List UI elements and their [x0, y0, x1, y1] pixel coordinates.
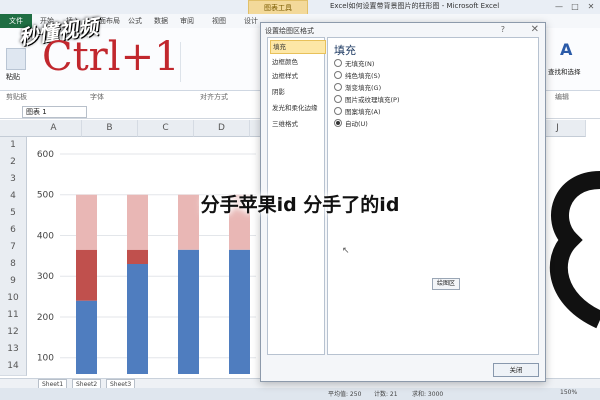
- y-tick-label-300: 300: [37, 272, 54, 282]
- dialog-title: 设置绘图区格式: [265, 27, 314, 35]
- name-box[interactable]: 图表 1: [22, 106, 87, 118]
- stacked-bar-chart[interactable]: 100200300400500600: [26, 138, 260, 376]
- column-header-a[interactable]: A: [26, 120, 82, 137]
- row-header-14[interactable]: 14: [0, 358, 27, 376]
- column-header-d[interactable]: D: [194, 120, 250, 137]
- bar-2-segment-2[interactable]: [127, 249, 148, 264]
- nav-3d-format[interactable]: 三维格式: [270, 118, 324, 130]
- row-header-1[interactable]: 1: [0, 137, 27, 155]
- window-title: Excel如何设置带背景图片的柱形图 - Microsoft Excel: [330, 2, 500, 10]
- background-image-fragment: [549, 171, 600, 329]
- close-icon[interactable]: ✕: [531, 24, 539, 35]
- status-sum: 求和: 3000: [412, 391, 444, 398]
- radio-icon: [334, 83, 342, 91]
- y-tick-label-100: 100: [37, 354, 54, 364]
- tab-formulas[interactable]: 公式: [128, 16, 142, 26]
- bar-2-segment-1[interactable]: [127, 264, 148, 374]
- column-header-b[interactable]: B: [82, 120, 138, 137]
- row-header-13[interactable]: 13: [0, 341, 27, 359]
- tab-view[interactable]: 视图: [212, 16, 226, 26]
- option-label: 无填充(N): [345, 60, 375, 68]
- row-header-9[interactable]: 9: [0, 273, 27, 291]
- ribbon-separator: [180, 42, 241, 82]
- y-tick-label-200: 200: [37, 313, 54, 323]
- group-alignment: 对齐方式: [200, 93, 228, 101]
- bar-1-segment-1[interactable]: [76, 300, 97, 374]
- option-label: 自动(U): [345, 120, 368, 128]
- chart-bars: [76, 194, 250, 374]
- option-solid-fill[interactable]: 纯色填充(S): [334, 70, 380, 82]
- option-no-fill[interactable]: 无填充(N): [334, 58, 374, 70]
- option-pattern-fill[interactable]: 图案填充(A): [334, 106, 381, 118]
- y-tick-label-400: 400: [37, 231, 54, 241]
- nav-shadow[interactable]: 阴影: [270, 86, 324, 98]
- maximize-button[interactable]: □: [568, 1, 582, 12]
- close-window-button[interactable]: ✕: [584, 1, 598, 12]
- overlay-caption: 分手苹果id 分手了的id: [200, 194, 400, 216]
- row-header-11[interactable]: 11: [0, 307, 27, 325]
- bar-4-segment-1[interactable]: [229, 249, 250, 374]
- nav-border-style[interactable]: 边框样式: [270, 70, 324, 82]
- zoom-level[interactable]: 150%: [560, 389, 577, 396]
- bar-1-segment-2[interactable]: [76, 249, 97, 301]
- radio-icon: [334, 95, 342, 103]
- option-label: 渐变填充(G): [345, 84, 382, 92]
- status-count: 计数: 21: [374, 391, 398, 398]
- shortcut-caption: Ctrl+1: [42, 34, 180, 80]
- minimize-button[interactable]: —: [552, 1, 566, 12]
- tab-design[interactable]: 设计: [244, 16, 258, 26]
- group-clipboard: 剪贴板: [6, 93, 27, 101]
- find-select-label: 查找和选择: [548, 68, 581, 76]
- option-label: 图案填充(A): [345, 108, 381, 116]
- radio-selected-icon: [334, 119, 342, 127]
- dialog-close-button[interactable]: 关闭: [493, 363, 539, 377]
- tab-data[interactable]: 数据: [154, 16, 168, 26]
- option-label: 图片或纹理填充(P): [345, 96, 400, 104]
- y-tick-label-600: 600: [37, 150, 54, 160]
- nav-border-color[interactable]: 边框颜色: [270, 56, 324, 68]
- radio-icon: [334, 107, 342, 115]
- status-average: 平均值: 250: [328, 391, 362, 398]
- select-all-corner[interactable]: [0, 120, 27, 137]
- group-editing: 编辑: [555, 93, 569, 101]
- option-label: 纯色填充(S): [345, 72, 381, 80]
- radio-icon: [334, 59, 342, 67]
- group-font: 字体: [90, 93, 104, 101]
- row-header-12[interactable]: 12: [0, 324, 27, 342]
- plot-area-tooltip: 绘图区: [432, 278, 460, 290]
- bar-3-segment-1[interactable]: [178, 249, 199, 374]
- row-header-6[interactable]: 6: [0, 222, 27, 240]
- radio-icon: [334, 71, 342, 79]
- nav-fill[interactable]: 填充: [270, 40, 326, 54]
- find-select-icon[interactable]: A: [560, 40, 572, 59]
- row-header-7[interactable]: 7: [0, 239, 27, 257]
- y-axis-tick-labels: 100200300400500600: [37, 150, 54, 364]
- tab-review[interactable]: 审阅: [180, 16, 194, 26]
- option-gradient-fill[interactable]: 渐变填充(G): [334, 82, 381, 94]
- row-header-8[interactable]: 8: [0, 256, 27, 274]
- paste-icon[interactable]: [6, 48, 26, 70]
- status-bar: 平均值: 250 计数: 21 求和: 3000 150%: [0, 388, 600, 400]
- section-title: 填充: [334, 44, 356, 57]
- row-header-3[interactable]: 3: [0, 171, 27, 189]
- row-header-10[interactable]: 10: [0, 290, 27, 308]
- mouse-cursor-icon: ↖: [342, 246, 350, 256]
- option-automatic[interactable]: 自动(U): [334, 118, 368, 130]
- option-picture-fill[interactable]: 图片或纹理填充(P): [334, 94, 400, 106]
- row-header-2[interactable]: 2: [0, 154, 27, 172]
- column-header-c[interactable]: C: [138, 120, 194, 137]
- nav-glow-soft-edges[interactable]: 发光和柔化边缘: [270, 102, 324, 114]
- help-icon[interactable]: ?: [501, 25, 505, 34]
- paste-label: 粘贴: [6, 73, 20, 81]
